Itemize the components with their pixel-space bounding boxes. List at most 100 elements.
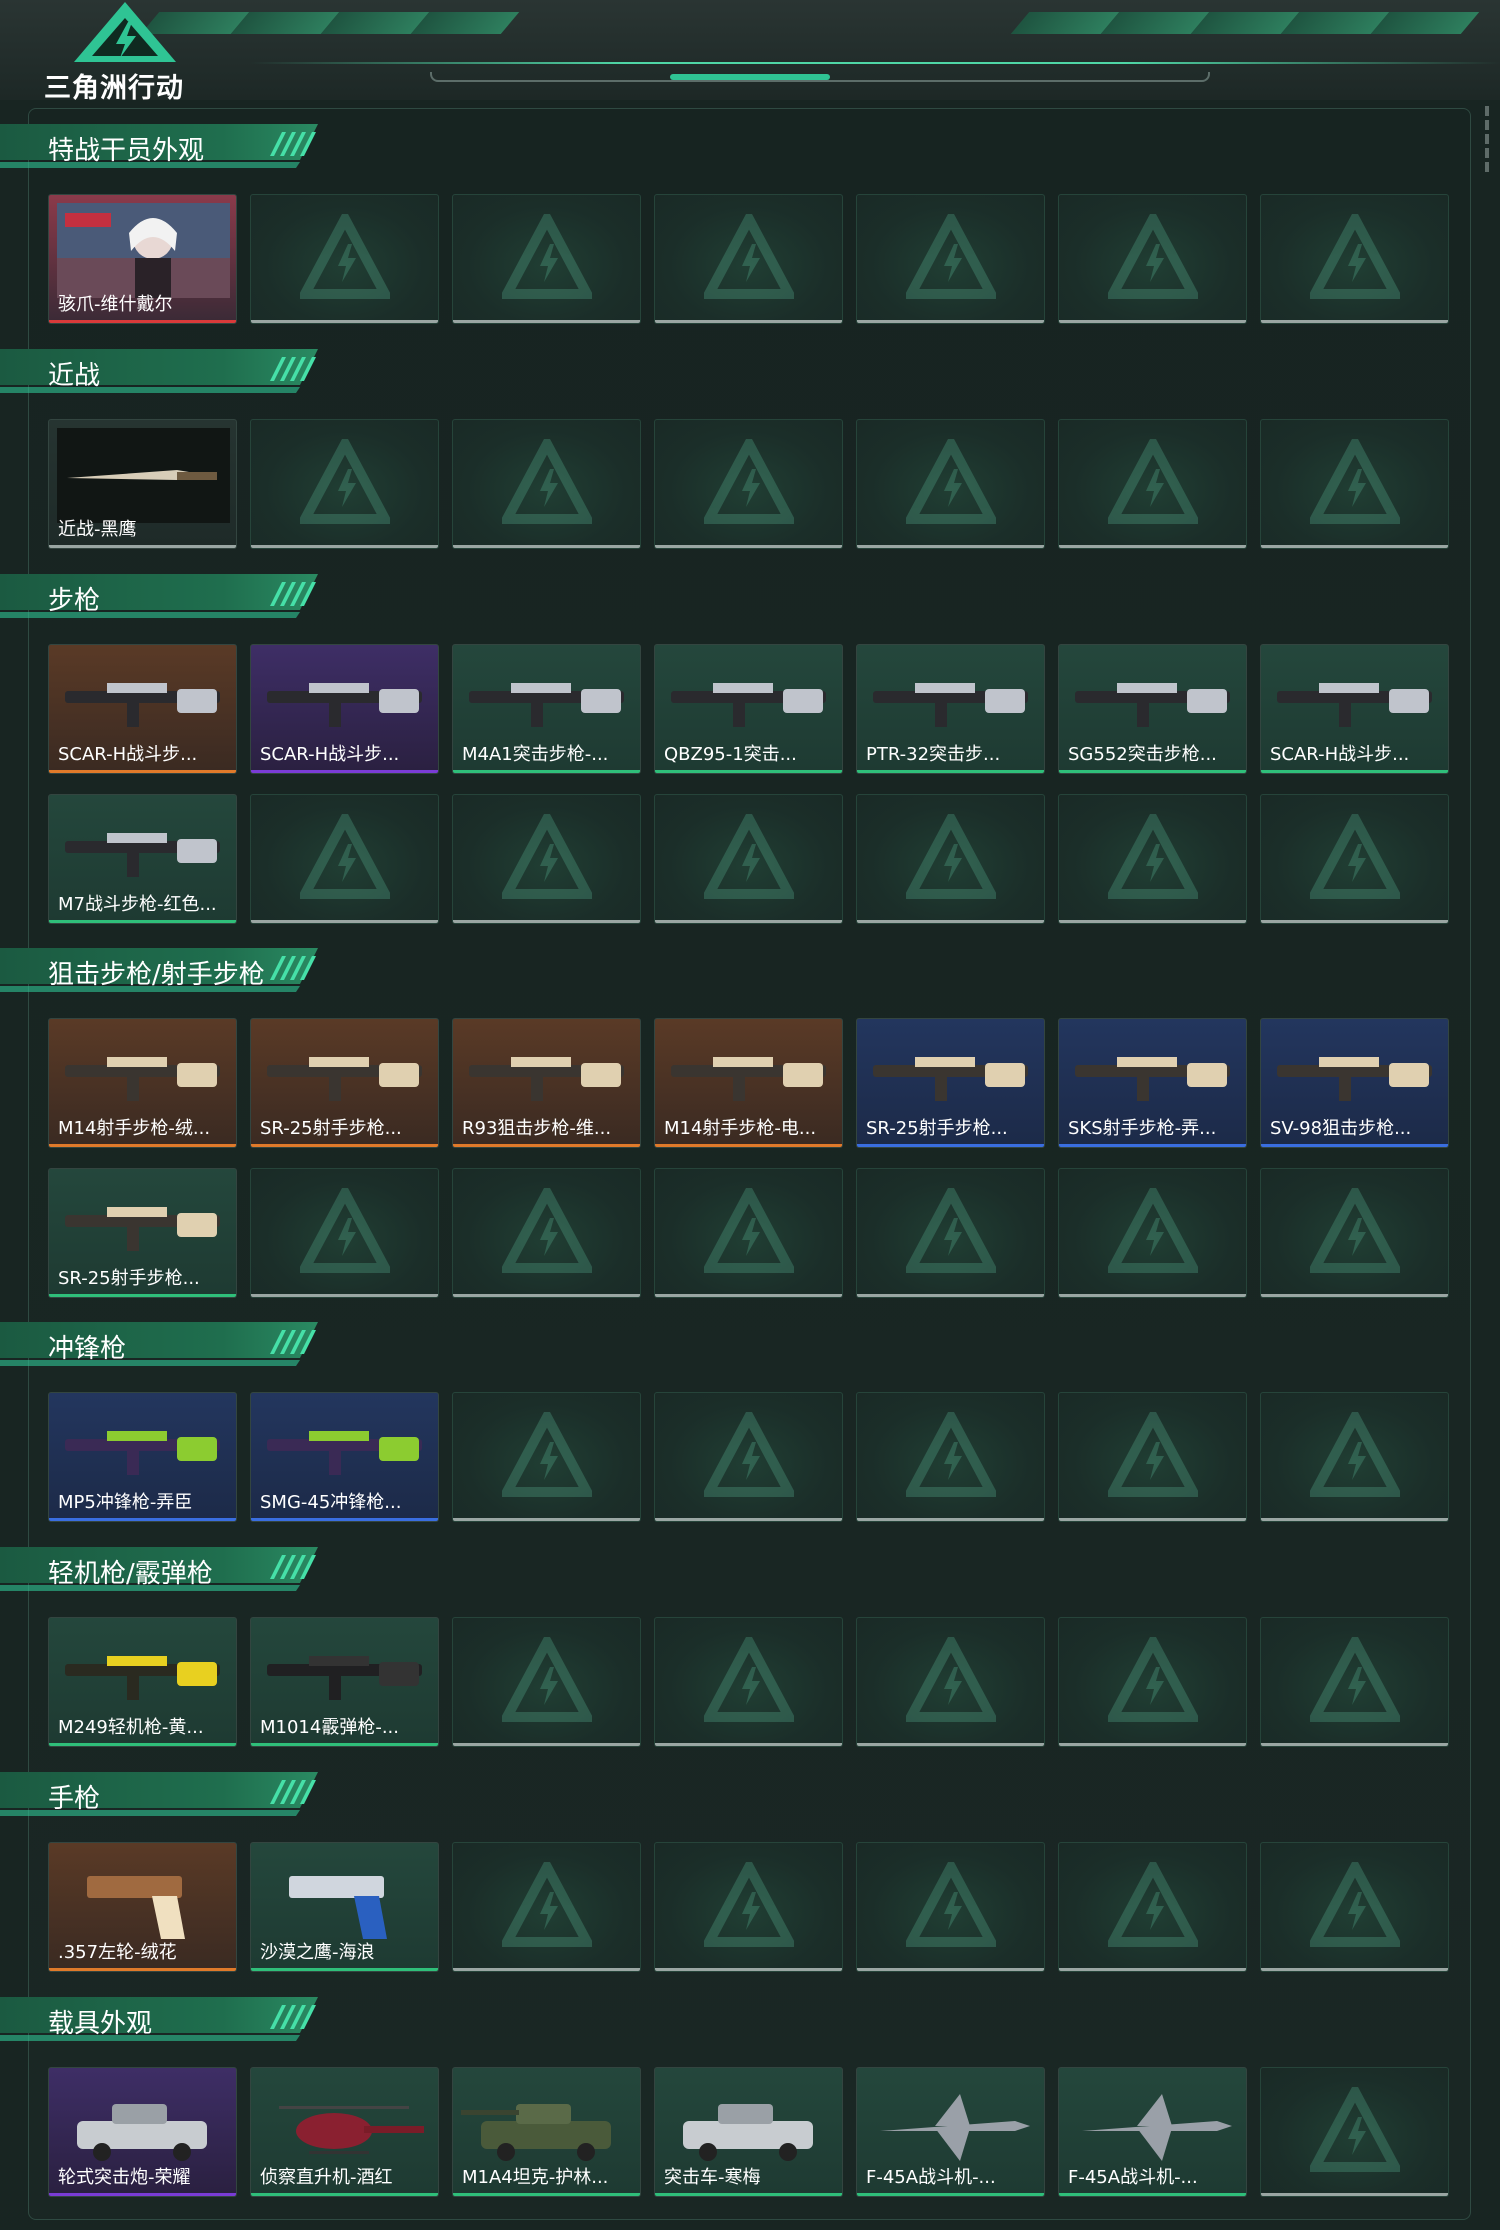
rarity-bar: [49, 1968, 236, 1971]
item-label: 侦察直升机-酒红: [260, 2167, 393, 2188]
item-label: M1A4坦克-护林...: [462, 2167, 609, 2188]
item-label: QBZ95-1突击...: [664, 744, 797, 765]
delta-watermark-icon: [299, 1188, 390, 1273]
empty-slot: [452, 1842, 641, 1972]
delta-watermark-icon: [905, 1862, 996, 1947]
item-label: 骇爪-维什戴尔: [58, 294, 173, 315]
armored-car-icon: [77, 2104, 207, 2161]
item-card[interactable]: MP5冲锋枪-弄臣: [48, 1392, 237, 1522]
item-card[interactable]: .357左轮-绒花: [48, 1842, 237, 1972]
empty-slot: [654, 1617, 843, 1747]
helicopter-icon: [279, 2106, 424, 2154]
empty-slot: [1058, 419, 1247, 549]
rarity-bar: [1261, 770, 1448, 773]
item-card[interactable]: M249轻机枪-黄...: [48, 1617, 237, 1747]
item-card[interactable]: SR-25射手步枪...: [48, 1168, 237, 1298]
section-header: 载具外观: [0, 1995, 330, 2043]
delta-watermark-icon: [703, 814, 794, 899]
lmg-icon: [65, 1656, 220, 1700]
item-card[interactable]: PTR-32突击步...: [856, 644, 1045, 774]
delta-watermark-icon: [299, 814, 390, 899]
rarity-bar: [1059, 1144, 1246, 1147]
rarity-bar: [1059, 2193, 1246, 2196]
delta-watermark-icon: [501, 1188, 592, 1273]
item-card[interactable]: M4A1突击步枪-...: [452, 644, 641, 774]
rifle-icon: [469, 683, 624, 727]
revolver-icon: [87, 1876, 185, 1939]
empty-slot: [452, 1617, 641, 1747]
section-header: 狙击步枪/射手步枪: [0, 946, 330, 994]
item-card[interactable]: M14射手步枪-绒...: [48, 1018, 237, 1148]
section-header: 轻机枪/霰弹枪: [0, 1545, 330, 1593]
delta-watermark-icon: [1107, 1412, 1198, 1497]
item-card[interactable]: 沙漠之鹰-海浪: [250, 1842, 439, 1972]
empty-slot: [1058, 1168, 1247, 1298]
empty-slot: [654, 419, 843, 549]
item-card[interactable]: M1A4坦克-护林...: [452, 2067, 641, 2197]
item-card[interactable]: SR-25射手步枪...: [250, 1018, 439, 1148]
item-card[interactable]: 突击车-寒梅: [654, 2067, 843, 2197]
empty-slot: [1260, 1842, 1449, 1972]
delta-watermark-icon: [703, 1188, 794, 1273]
item-label: F-45A战斗机-...: [1068, 2167, 1198, 2188]
section-title: 特战干员外观: [48, 136, 205, 166]
empty-slot: [654, 1392, 843, 1522]
item-card[interactable]: SCAR-H战斗步...: [48, 644, 237, 774]
header-stripe: [1370, 12, 1480, 34]
item-card[interactable]: SKS射手步枪-弄...: [1058, 1018, 1247, 1148]
item-card[interactable]: M14射手步枪-电...: [654, 1018, 843, 1148]
empty-slot: [250, 794, 439, 924]
rarity-bar: [49, 2193, 236, 2196]
section-title: 近战: [48, 361, 101, 391]
item-label: 近战-黑鹰: [58, 519, 137, 540]
rarity-bar: [1261, 1144, 1448, 1147]
item-card[interactable]: R93狙击步枪-维...: [452, 1018, 641, 1148]
delta-watermark-icon: [501, 814, 592, 899]
section-header: 冲锋枪: [0, 1320, 330, 1368]
empty-slot: [250, 419, 439, 549]
pistol-icon: [289, 1876, 387, 1939]
item-label: M14射手步枪-绒...: [58, 1118, 211, 1139]
item-label: M7战斗步枪-红色...: [58, 894, 217, 915]
rarity-bar: [857, 770, 1044, 773]
scrollbar[interactable]: [1482, 106, 1492, 186]
item-card[interactable]: SG552突击步枪...: [1058, 644, 1247, 774]
item-label: F-45A战斗机-...: [866, 2167, 996, 2188]
delta-watermark-icon: [299, 214, 390, 299]
item-card[interactable]: F-45A战斗机-...: [856, 2067, 1045, 2197]
item-card[interactable]: M1014霰弹枪-...: [250, 1617, 439, 1747]
item-card[interactable]: SMG-45冲锋枪...: [250, 1392, 439, 1522]
item-label: 沙漠之鹰-海浪: [260, 1942, 375, 1963]
empty-slot: [1260, 419, 1449, 549]
rarity-bar: [49, 920, 236, 923]
item-card[interactable]: SCAR-H战斗步...: [250, 644, 439, 774]
delta-watermark-icon: [501, 1862, 592, 1947]
item-card[interactable]: M7战斗步枪-红色...: [48, 794, 237, 924]
app-logo: 三角洲行动: [34, 0, 214, 104]
item-card[interactable]: QBZ95-1突击...: [654, 644, 843, 774]
item-card[interactable]: SR-25射手步枪...: [856, 1018, 1045, 1148]
rarity-bar: [251, 770, 438, 773]
sniper-icon: [1277, 1057, 1432, 1101]
item-card[interactable]: SV-98狙击步枪...: [1260, 1018, 1449, 1148]
rarity-bar: [857, 2193, 1044, 2196]
item-card[interactable]: SCAR-H战斗步...: [1260, 644, 1449, 774]
item-label: SR-25射手步枪...: [866, 1118, 1008, 1139]
rarity-bar: [49, 545, 236, 548]
empty-slot: [452, 419, 641, 549]
empty-slot: [1058, 1392, 1247, 1522]
rarity-bar: [453, 1144, 640, 1147]
item-label: M249轻机枪-黄...: [58, 1717, 204, 1738]
item-card[interactable]: 近战-黑鹰: [48, 419, 237, 549]
item-card[interactable]: 轮式突击炮-荣耀: [48, 2067, 237, 2197]
item-label: SR-25射手步枪...: [260, 1118, 402, 1139]
item-card[interactable]: 侦察直升机-酒红: [250, 2067, 439, 2197]
item-card[interactable]: F-45A战斗机-...: [1058, 2067, 1247, 2197]
header-divider: [250, 62, 1500, 64]
rifle-icon: [1075, 683, 1230, 727]
item-label: SCAR-H战斗步...: [1270, 744, 1410, 765]
rarity-bar: [251, 1518, 438, 1521]
operator-portrait-icon: [57, 203, 230, 298]
item-card[interactable]: 骇爪-维什戴尔: [48, 194, 237, 324]
delta-watermark-icon: [703, 439, 794, 524]
